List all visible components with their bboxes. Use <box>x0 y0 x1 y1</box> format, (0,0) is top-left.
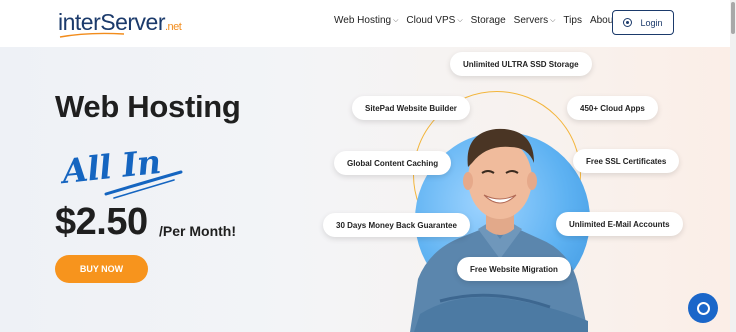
nav-servers[interactable]: Servers ⌵ <box>514 15 556 26</box>
chevron-down-icon: ⌵ <box>457 16 463 24</box>
login-button[interactable]: Login <box>612 10 674 35</box>
chat-bubble-icon <box>696 301 710 315</box>
nav-label: Cloud VPS <box>406 15 456 26</box>
nav-web-hosting[interactable]: Web Hosting ⌵ <box>334 15 398 26</box>
hero-price: $2.50 <box>55 201 148 243</box>
feature-pill: SitePad Website Builder <box>352 96 470 120</box>
logo-text-net: .net <box>165 21 182 33</box>
chevron-down-icon: ⌵ <box>393 16 399 24</box>
price-suffix: /Per Month! <box>159 223 236 239</box>
page-scrollbar[interactable] <box>730 0 736 332</box>
hero-title: Web Hosting <box>55 89 241 124</box>
smiling-man-image <box>410 128 588 332</box>
chat-button[interactable] <box>688 293 718 323</box>
nav-cloud-vps[interactable]: Cloud VPS ⌵ <box>406 15 462 26</box>
feature-pill: 30 Days Money Back Guarantee <box>323 213 470 237</box>
scrollbar-thumb[interactable] <box>731 2 735 34</box>
logo-swoosh-icon <box>59 32 125 38</box>
nav-label: Web Hosting <box>334 15 392 26</box>
feature-pill: Free Website Migration <box>457 257 571 281</box>
nav-label: Storage <box>470 15 506 26</box>
hero-section: Web Hosting All In $2.50 /Per Month! BUY… <box>0 47 730 332</box>
nav-tips[interactable]: Tips <box>563 15 582 26</box>
nav-label: Tips <box>563 15 582 26</box>
feature-pill: Unlimited E-Mail Accounts <box>556 212 683 236</box>
user-circle-icon <box>623 18 633 27</box>
login-label: Login <box>640 17 663 28</box>
chevron-down-icon: ⌵ <box>550 16 556 24</box>
feature-pill: Free SSL Certificates <box>573 149 680 173</box>
feature-pill: Global Content Caching <box>334 151 452 175</box>
site-header: interServer.net Web Hosting ⌵ Cloud VPS ⌵ … <box>0 0 730 47</box>
feature-pill: 450+ Cloud Apps <box>567 96 658 120</box>
feature-pill: Unlimited ULTRA SSD Storage <box>450 52 592 76</box>
nav-label: Servers <box>513 15 549 26</box>
nav-storage[interactable]: Storage <box>471 15 506 26</box>
buy-now-button[interactable]: BUY NOW <box>55 255 148 283</box>
main-nav: Web Hosting ⌵ Cloud VPS ⌵ Storage Servers ⌵… <box>334 15 646 26</box>
